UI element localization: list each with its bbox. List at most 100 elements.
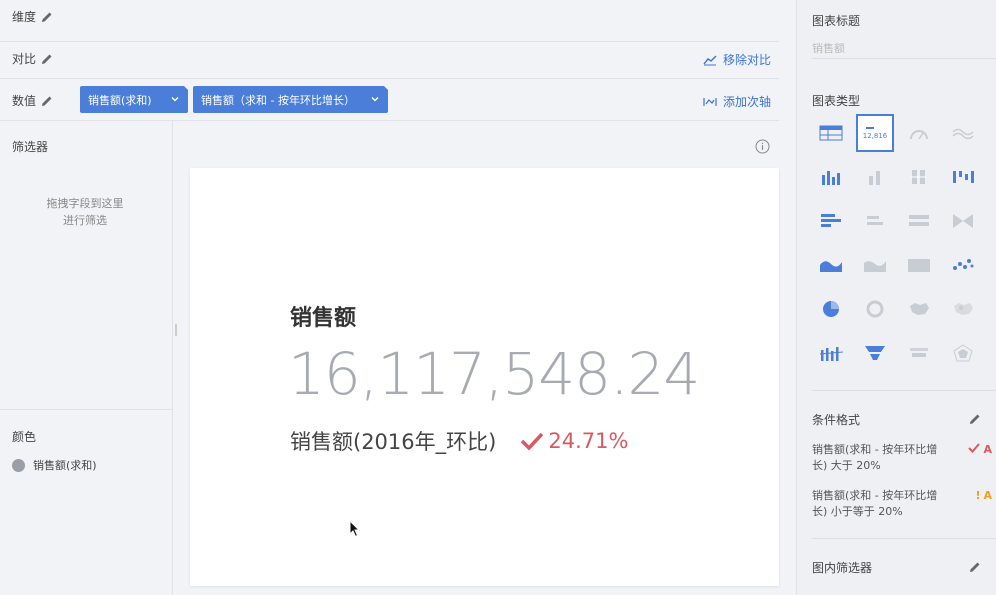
compare-shelf[interactable]: 对比 移除对比 xyxy=(0,37,779,79)
combo-chart-icon xyxy=(819,347,843,361)
chevron-down-icon[interactable] xyxy=(170,94,180,104)
chart-type-waterfall[interactable] xyxy=(944,158,982,196)
waterfall-icon xyxy=(953,171,974,183)
cond-rule[interactable]: 销售额(求和 - 按年环比增长) 小于等于 20% ! A xyxy=(812,488,992,520)
stacked-bar-icon xyxy=(867,216,883,225)
cond-format-label: 条件格式 xyxy=(812,413,861,427)
add-secondary-axis-button[interactable]: 添加次轴 xyxy=(703,93,771,110)
inner-filter-label: 图内筛选器 xyxy=(812,561,873,575)
ring-chart-icon xyxy=(866,300,884,318)
pencil-icon[interactable] xyxy=(968,560,982,574)
chart-type-line[interactable] xyxy=(944,114,982,152)
chart-type-combo[interactable] xyxy=(812,334,850,372)
font-color-icon: A xyxy=(983,489,992,502)
dimension-label-group: 维度 xyxy=(12,8,54,25)
value-pill-label: 销售额(求和) xyxy=(88,93,152,107)
filter-hint-line: 拖拽字段到这里 xyxy=(46,197,124,210)
chart-type-table[interactable] xyxy=(812,114,850,152)
compare-label: 对比 xyxy=(12,52,37,66)
funnel-icon xyxy=(865,346,885,360)
chart-type-area[interactable] xyxy=(812,246,850,284)
chart-type-ring[interactable] xyxy=(856,290,894,328)
axis-icon xyxy=(703,97,717,106)
chart-type-pie[interactable] xyxy=(812,290,850,328)
color-legend-item[interactable]: 销售额(求和) xyxy=(12,457,97,473)
editor-area: 维度 对比 移除对比 数值 销售额(求和) 销售额（求和 - 按年环比增长） 添… xyxy=(0,0,796,595)
kpi-value: 16,117,548.24 xyxy=(288,340,700,408)
pencil-icon[interactable] xyxy=(40,10,54,24)
chart-type-column[interactable] xyxy=(812,158,850,196)
value-shelf[interactable]: 数值 销售额(求和) 销售额（求和 - 按年环比增长） 添加次轴 xyxy=(0,79,779,121)
filter-hint-line: 进行筛选 xyxy=(63,214,107,227)
resize-handle[interactable] xyxy=(175,324,177,336)
chart-type-stacked-bar[interactable] xyxy=(856,202,894,240)
value-pill-label: 销售额（求和 - 按年环比增长） xyxy=(201,93,355,107)
chart-title-label: 图表标题 xyxy=(812,14,861,28)
filter-title: 筛选器 xyxy=(12,140,49,154)
divider xyxy=(812,390,996,391)
remove-compare-label: 移除对比 xyxy=(722,53,771,67)
value-pill-sum[interactable]: 销售额(求和) xyxy=(80,85,189,113)
butterfly-icon xyxy=(953,214,973,228)
chart-title-input[interactable]: 销售额 xyxy=(812,40,982,56)
chart-type-percent-column[interactable] xyxy=(900,158,938,196)
chevron-down-icon[interactable] xyxy=(370,94,380,104)
exclamation-icon: ! xyxy=(975,489,981,502)
bar-chart-icon xyxy=(821,214,841,227)
stacked-area-icon xyxy=(864,261,886,272)
pencil-icon[interactable] xyxy=(40,94,54,108)
chart-type-scatter[interactable] xyxy=(944,246,982,284)
filter-panel[interactable]: 筛选器 拖拽字段到这里 进行筛选 颜色 销售额(求和) xyxy=(0,121,173,595)
chart-type-grid: 12,816 xyxy=(812,114,982,372)
kpi-comparison-value: 24.71% xyxy=(548,429,629,453)
percent-column-icon xyxy=(911,170,926,184)
gauge-icon xyxy=(910,130,928,140)
cond-rule[interactable]: 销售额(求和 - 按年环比增长) 大于 20% A xyxy=(812,442,992,474)
kpi-card: 销售额 16,117,548.24 销售额(2016年_环比) 24.71% xyxy=(190,168,779,586)
pie-chart-icon xyxy=(823,301,839,317)
compare-label-group: 对比 xyxy=(12,50,54,67)
cond-rule-indicators: ! A xyxy=(975,488,992,504)
divider xyxy=(0,409,172,410)
kpi-sample-text: 12,816 xyxy=(863,132,887,140)
kpi-title: 销售额 xyxy=(290,306,357,331)
chart-type-word-cloud[interactable] xyxy=(900,334,938,372)
chart-type-bubble-map[interactable] xyxy=(944,290,982,328)
chart-type-map[interactable] xyxy=(900,290,938,328)
pencil-icon[interactable] xyxy=(968,412,982,426)
color-swatch xyxy=(12,458,25,472)
chart-type-stacked-area[interactable] xyxy=(856,246,894,284)
filter-drop-hint: 拖拽字段到这里 进行筛选 xyxy=(0,195,170,229)
line-chart-icon xyxy=(952,128,974,140)
chart-type-stacked-column[interactable] xyxy=(856,158,894,196)
chart-type-percent-bar[interactable] xyxy=(900,202,938,240)
chart-type-label: 图表类型 xyxy=(812,94,861,108)
area-chart-icon xyxy=(820,261,842,272)
table-chart-icon xyxy=(819,125,843,141)
percent-area-icon xyxy=(908,259,930,272)
color-title: 颜色 xyxy=(12,430,37,444)
info-icon[interactable] xyxy=(755,139,770,154)
remove-compare-button[interactable]: 移除对比 xyxy=(703,51,771,68)
percent-bar-icon xyxy=(909,215,929,226)
chart-type-funnel[interactable] xyxy=(856,334,894,372)
pencil-icon[interactable] xyxy=(40,52,54,66)
check-icon xyxy=(521,432,544,451)
cond-rule-indicators: A xyxy=(968,442,992,458)
properties-panel: 图表标题 销售额 图表类型 12,816 条件格式 销售额(求和 - 按年环比增… xyxy=(796,0,996,595)
chart-type-gauge[interactable] xyxy=(900,114,938,152)
chart-type-butterfly[interactable] xyxy=(944,202,982,240)
chart-type-percent-area[interactable] xyxy=(900,246,938,284)
scatter-icon xyxy=(953,259,974,270)
stacked-column-icon xyxy=(869,171,880,185)
chart-type-kpi[interactable]: 12,816 xyxy=(856,114,894,152)
chart-type-radar[interactable] xyxy=(944,334,982,372)
kpi-chart-icon: 12,816 xyxy=(863,127,887,140)
dimension-shelf[interactable]: 维度 xyxy=(0,0,779,42)
chart-type-bar[interactable] xyxy=(812,202,850,240)
divider xyxy=(812,58,996,59)
cond-rule-text: 销售额(求和 - 按年环比增长) 大于 20% xyxy=(812,443,938,472)
kpi-comparison-label: 销售额(2016年_环比) xyxy=(290,430,497,454)
map-icon xyxy=(910,303,929,315)
value-pill-yoy[interactable]: 销售额（求和 - 按年环比增长） xyxy=(193,85,389,113)
